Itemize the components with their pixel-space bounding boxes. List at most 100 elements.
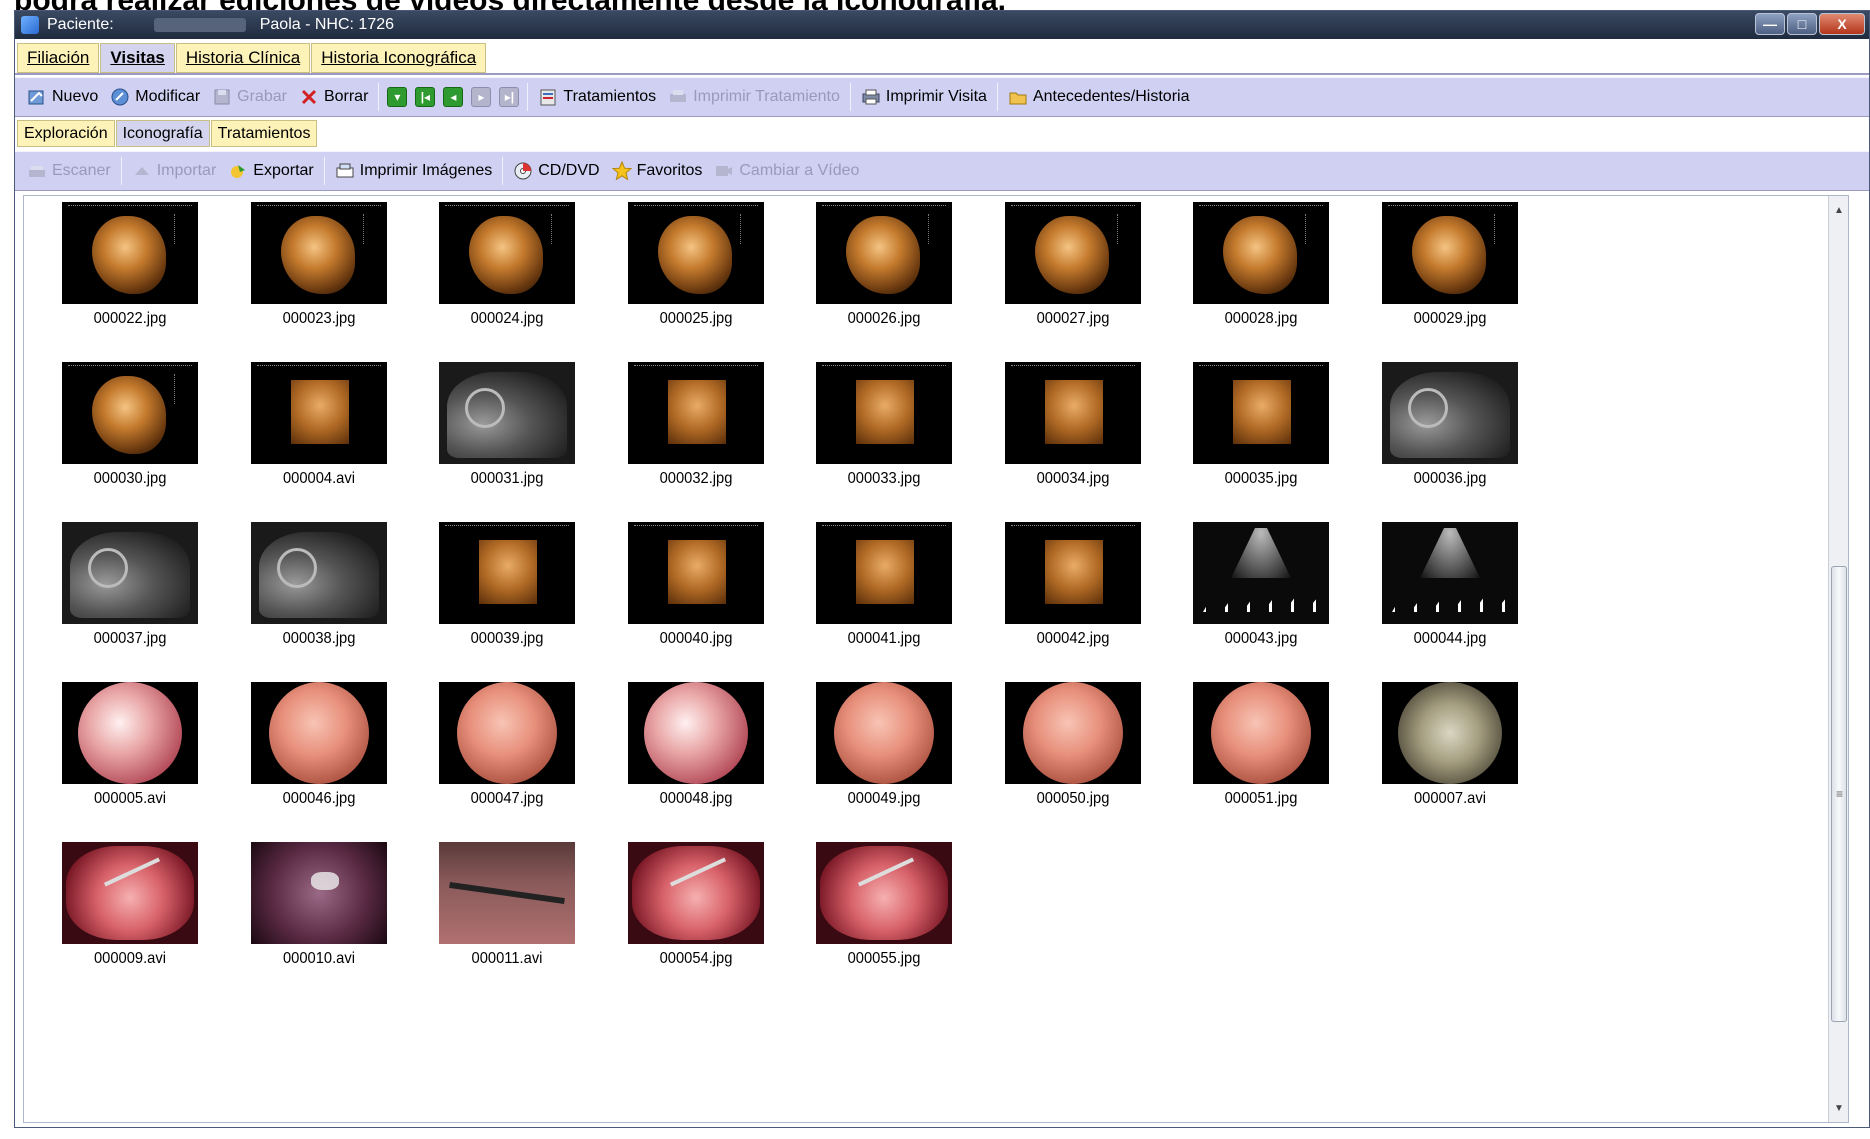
thumbnail-image[interactable] xyxy=(816,522,952,624)
thumbnail-image[interactable] xyxy=(439,202,575,304)
imprimir-visita-button[interactable]: Imprimir Visita xyxy=(855,78,993,116)
thumbnail-image[interactable] xyxy=(628,362,764,464)
thumbnail-image[interactable] xyxy=(62,202,198,304)
antecedentes-button[interactable]: Antecedentes/Historia xyxy=(1002,78,1196,116)
thumbnail-item[interactable]: 000030.jpg xyxy=(62,362,198,488)
modificar-button[interactable]: Modificar xyxy=(104,78,206,116)
imprimir-tratamiento-button[interactable]: Imprimir Tratamiento xyxy=(662,78,846,116)
imprimir-imagenes-button[interactable]: Imprimir Imágenes xyxy=(329,152,498,190)
thumbnail-item[interactable]: 000038.jpg xyxy=(251,522,387,648)
thumbnail-item[interactable]: 000032.jpg xyxy=(628,362,764,488)
thumbnail-image[interactable] xyxy=(439,682,575,784)
thumbnail-item[interactable]: 000029.jpg xyxy=(1382,202,1518,328)
grabar-button[interactable]: Grabar xyxy=(206,78,293,116)
nav-down-icon[interactable]: ▾ xyxy=(387,87,408,107)
thumbnail-item[interactable]: 000007.avi xyxy=(1382,682,1518,808)
thumbnail-image[interactable] xyxy=(1193,202,1329,304)
thumbnail-image[interactable] xyxy=(1005,202,1141,304)
title-bar[interactable]: Paciente: Paola - NHC: 1726 — □ X xyxy=(15,11,1869,39)
exportar-button[interactable]: Exportar xyxy=(222,152,319,190)
thumbnail-item[interactable]: 000010.avi xyxy=(251,842,387,968)
thumbnail-item[interactable]: 000046.jpg xyxy=(251,682,387,808)
borrar-button[interactable]: Borrar xyxy=(293,78,374,116)
maximize-button[interactable]: □ xyxy=(1787,13,1817,35)
scroll-thumb[interactable]: ≡ xyxy=(1831,566,1847,1022)
tab-visitas[interactable]: Visitas xyxy=(100,43,175,73)
minimize-button[interactable]: — xyxy=(1755,13,1785,35)
thumbnail-item[interactable]: 000041.jpg xyxy=(816,522,952,648)
thumbnail-item[interactable]: 000049.jpg xyxy=(816,682,952,808)
thumbnail-item[interactable]: 000050.jpg xyxy=(1005,682,1141,808)
cambiar-video-button[interactable]: Cambiar a Vídeo xyxy=(708,152,865,190)
nav-next-icon[interactable]: ▸ xyxy=(471,87,492,107)
thumbnail-image[interactable] xyxy=(251,842,387,944)
thumbnail-image[interactable] xyxy=(251,202,387,304)
tab-filiacion[interactable]: Filiación xyxy=(17,43,100,73)
thumbnail-image[interactable] xyxy=(62,682,198,784)
thumbnail-item[interactable]: 000055.jpg xyxy=(816,842,952,968)
thumbnail-item[interactable]: 000027.jpg xyxy=(1005,202,1141,328)
thumbnail-item[interactable]: 000024.jpg xyxy=(439,202,575,328)
thumbnail-item[interactable]: 000028.jpg xyxy=(1193,202,1329,328)
thumbnail-image[interactable] xyxy=(251,362,387,464)
thumbnail-image[interactable] xyxy=(628,682,764,784)
thumbnail-image[interactable] xyxy=(816,202,952,304)
nav-last-icon[interactable]: ▸| xyxy=(499,87,520,107)
thumbnail-image[interactable] xyxy=(62,362,198,464)
tab-historia-iconografica[interactable]: Historia Iconográfica xyxy=(311,43,487,73)
thumbnail-image[interactable] xyxy=(816,682,952,784)
thumbnail-item[interactable]: 000026.jpg xyxy=(816,202,952,328)
thumbnail-image[interactable] xyxy=(816,842,952,944)
thumbnail-item[interactable]: 000023.jpg xyxy=(251,202,387,328)
thumbnail-image[interactable] xyxy=(1382,202,1518,304)
thumbnail-image[interactable] xyxy=(1193,362,1329,464)
thumbnail-image[interactable] xyxy=(1005,362,1141,464)
thumbnail-item[interactable]: 000040.jpg xyxy=(628,522,764,648)
thumbnail-image[interactable] xyxy=(628,202,764,304)
thumbnail-item[interactable]: 000022.jpg xyxy=(62,202,198,328)
importar-button[interactable]: Importar xyxy=(126,152,223,190)
favoritos-button[interactable]: Favoritos xyxy=(606,152,709,190)
tab-iconografia[interactable]: Iconografía xyxy=(115,120,210,147)
thumbnail-item[interactable]: 000039.jpg xyxy=(439,522,575,648)
thumbnail-image[interactable] xyxy=(1193,682,1329,784)
vertical-scrollbar[interactable]: ▲ ≡ ▼ xyxy=(1828,196,1848,1122)
thumbnail-image[interactable] xyxy=(1005,682,1141,784)
thumbnail-item[interactable]: 000034.jpg xyxy=(1005,362,1141,488)
thumbnail-item[interactable]: 000037.jpg xyxy=(62,522,198,648)
thumbnail-image[interactable] xyxy=(62,522,198,624)
thumbnail-item[interactable]: 000051.jpg xyxy=(1193,682,1329,808)
thumbnail-item[interactable]: 000042.jpg xyxy=(1005,522,1141,648)
scroll-down-icon[interactable]: ▼ xyxy=(1829,1098,1848,1118)
thumbnail-item[interactable]: 000044.jpg xyxy=(1382,522,1518,648)
thumbnail-item[interactable]: 000005.avi xyxy=(62,682,198,808)
thumbnail-item[interactable]: 000036.jpg xyxy=(1382,362,1518,488)
escaner-button[interactable]: Escaner xyxy=(21,152,117,190)
cd-dvd-button[interactable]: CD/DVD xyxy=(507,152,605,190)
thumbnail-image[interactable] xyxy=(628,522,764,624)
thumbnail-item[interactable]: 000004.avi xyxy=(251,362,387,488)
thumbnail-item[interactable]: 000025.jpg xyxy=(628,202,764,328)
thumbnail-item[interactable]: 000011.avi xyxy=(439,842,575,968)
thumbnail-image[interactable] xyxy=(1193,522,1329,624)
thumbnail-item[interactable]: 000009.avi xyxy=(62,842,198,968)
thumbnail-item[interactable]: 000043.jpg xyxy=(1193,522,1329,648)
tab-tratamientos[interactable]: Tratamientos xyxy=(210,120,318,147)
tab-historia-clinica[interactable]: Historia Clínica xyxy=(175,43,311,73)
thumbnail-item[interactable]: 000031.jpg xyxy=(439,362,575,488)
thumbnail-image[interactable] xyxy=(251,522,387,624)
scroll-up-icon[interactable]: ▲ xyxy=(1829,200,1848,220)
nuevo-button[interactable]: Nuevo xyxy=(21,78,104,116)
thumbnail-image[interactable] xyxy=(628,842,764,944)
thumbnail-image[interactable] xyxy=(1382,362,1518,464)
thumbnail-image[interactable] xyxy=(251,682,387,784)
thumbnail-image[interactable] xyxy=(62,842,198,944)
thumbnail-item[interactable]: 000047.jpg xyxy=(439,682,575,808)
thumbnail-image[interactable] xyxy=(439,842,575,944)
tratamientos-button[interactable]: Tratamientos xyxy=(532,78,662,116)
close-button[interactable]: X xyxy=(1819,13,1865,35)
thumbnail-image[interactable] xyxy=(1382,682,1518,784)
thumbnail-image[interactable] xyxy=(439,522,575,624)
tab-exploracion[interactable]: Exploración xyxy=(17,120,115,147)
nav-prev-icon[interactable]: ◂ xyxy=(443,87,464,107)
